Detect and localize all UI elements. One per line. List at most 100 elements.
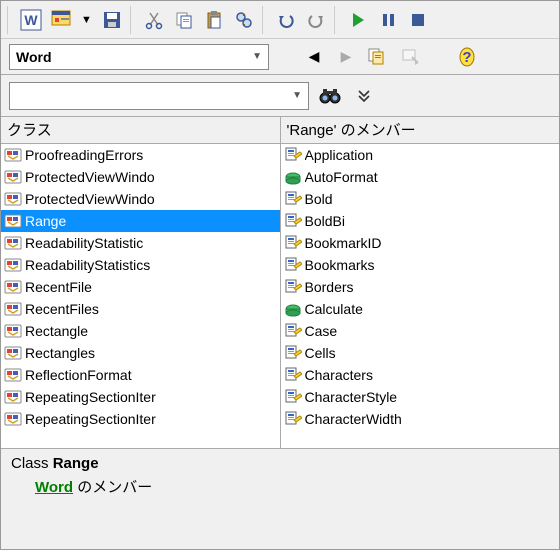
chevron-down-icon: ▼ xyxy=(292,90,302,101)
class-icon xyxy=(3,212,23,230)
stop-button[interactable] xyxy=(404,6,432,34)
class-label: Rectangle xyxy=(25,323,278,339)
expand-search-icon[interactable] xyxy=(351,83,377,109)
member-label: Application xyxy=(305,147,558,163)
members-header: 'Range' のメンバー xyxy=(281,117,560,144)
library-selected: Word xyxy=(16,49,52,65)
class-icon xyxy=(3,256,23,274)
class-icon xyxy=(3,300,23,318)
member-item[interactable]: BoldBi xyxy=(281,210,560,232)
member-item[interactable]: Calculate xyxy=(281,298,560,320)
member-item[interactable]: AutoFormat xyxy=(281,166,560,188)
method-icon xyxy=(283,300,303,318)
redo-button[interactable] xyxy=(302,6,330,34)
cut-button[interactable] xyxy=(140,6,168,34)
member-item[interactable]: Borders xyxy=(281,276,560,298)
class-item[interactable]: RepeatingSectionIter xyxy=(1,408,280,430)
chevron-down-icon: ▼ xyxy=(252,51,262,62)
class-icon xyxy=(3,388,23,406)
class-item[interactable]: Rectangle xyxy=(1,320,280,342)
detail-class-name: Range xyxy=(53,455,99,472)
member-label: Calculate xyxy=(305,301,558,317)
class-icon xyxy=(3,366,23,384)
form-button[interactable] xyxy=(47,6,75,34)
property-icon xyxy=(283,190,303,208)
class-item[interactable]: Rectangles xyxy=(1,342,280,364)
member-label: BookmarkID xyxy=(305,235,558,251)
toolbar-top: W ▼ xyxy=(1,1,559,39)
svg-text:?: ? xyxy=(462,49,471,66)
save-button[interactable] xyxy=(98,6,126,34)
member-item[interactable]: Application xyxy=(281,144,560,166)
paste-button[interactable] xyxy=(200,6,228,34)
svg-text:W: W xyxy=(24,12,38,28)
library-combo[interactable]: Word ▼ xyxy=(9,44,269,70)
classes-list[interactable]: ProofreadingErrors ProtectedViewWindo Prot… xyxy=(1,144,280,448)
class-icon xyxy=(3,146,23,164)
property-icon xyxy=(283,146,303,164)
property-icon xyxy=(283,256,303,274)
member-label: AutoFormat xyxy=(305,169,558,185)
class-item[interactable]: RecentFile xyxy=(1,276,280,298)
class-item[interactable]: ReflectionFormat xyxy=(1,364,280,386)
nav-back-button[interactable]: ◀ xyxy=(301,44,327,70)
class-label: RepeatingSectionIter xyxy=(25,411,278,427)
member-item[interactable]: Cells xyxy=(281,342,560,364)
dropdown-arrow[interactable]: ▼ xyxy=(77,14,96,26)
class-item[interactable]: RecentFiles xyxy=(1,298,280,320)
class-item[interactable]: ReadabilityStatistics xyxy=(1,254,280,276)
classes-header: クラス xyxy=(1,117,280,144)
member-label: Characters xyxy=(305,367,558,383)
property-icon xyxy=(283,278,303,296)
members-panel: 'Range' のメンバー ApplicationAutoFormatBoldB… xyxy=(281,117,560,448)
method-icon xyxy=(283,168,303,186)
class-label: RecentFile xyxy=(25,279,278,295)
members-list[interactable]: Application AutoFormat Bold BoldBi BookmarkI… xyxy=(281,144,560,448)
run-button[interactable] xyxy=(344,6,372,34)
class-label: RepeatingSectionIter xyxy=(25,389,278,405)
class-icon xyxy=(3,168,23,186)
class-label: ReadabilityStatistics xyxy=(25,257,278,273)
class-label: ReadabilityStatistic xyxy=(25,235,278,251)
member-label: Cells xyxy=(305,345,558,361)
class-item[interactable]: RepeatingSectionIter xyxy=(1,386,280,408)
class-label: ProtectedViewWindo xyxy=(25,169,278,185)
member-item[interactable]: CharacterStyle xyxy=(281,386,560,408)
class-item[interactable]: ProtectedViewWindo xyxy=(1,188,280,210)
class-icon xyxy=(3,322,23,340)
search-combo[interactable]: ▼ xyxy=(9,82,309,110)
detail-class-label: Class xyxy=(11,455,49,472)
class-item[interactable]: ProofreadingErrors xyxy=(1,144,280,166)
member-item[interactable]: CharacterWidth xyxy=(281,408,560,430)
detail-pane: Class Range Word のメンバー xyxy=(1,449,559,503)
member-item[interactable]: Bookmarks xyxy=(281,254,560,276)
classes-panel: クラス ProofreadingErrors ProtectedViewWindo… xyxy=(1,117,281,448)
property-icon xyxy=(283,388,303,406)
toolbar-divider xyxy=(130,6,136,34)
class-icon xyxy=(3,234,23,252)
member-item[interactable]: Bold xyxy=(281,188,560,210)
detail-parent-link[interactable]: Word xyxy=(35,479,73,496)
browser-panels: クラス ProofreadingErrors ProtectedViewWindo… xyxy=(1,117,559,449)
nav-forward-button[interactable]: ▶ xyxy=(333,44,359,70)
member-item[interactable]: BookmarkID xyxy=(281,232,560,254)
copy-button[interactable] xyxy=(170,6,198,34)
member-label: BoldBi xyxy=(305,213,558,229)
member-label: Bold xyxy=(305,191,558,207)
view-def-button[interactable] xyxy=(397,44,423,70)
member-item[interactable]: Case xyxy=(281,320,560,342)
binoculars-icon[interactable] xyxy=(317,83,343,109)
word-app-button[interactable]: W xyxy=(17,6,45,34)
detail-member-suffix: のメンバー xyxy=(77,479,152,496)
pause-button[interactable] xyxy=(374,6,402,34)
property-icon xyxy=(283,322,303,340)
class-item[interactable]: ReadabilityStatistic xyxy=(1,232,280,254)
find-button[interactable] xyxy=(230,6,258,34)
member-item[interactable]: Characters xyxy=(281,364,560,386)
copy-details-button[interactable] xyxy=(365,44,391,70)
class-icon xyxy=(3,344,23,362)
class-item[interactable]: Range xyxy=(1,210,280,232)
undo-button[interactable] xyxy=(272,6,300,34)
class-item[interactable]: ProtectedViewWindo xyxy=(1,166,280,188)
help-button[interactable]: ? xyxy=(455,44,481,70)
